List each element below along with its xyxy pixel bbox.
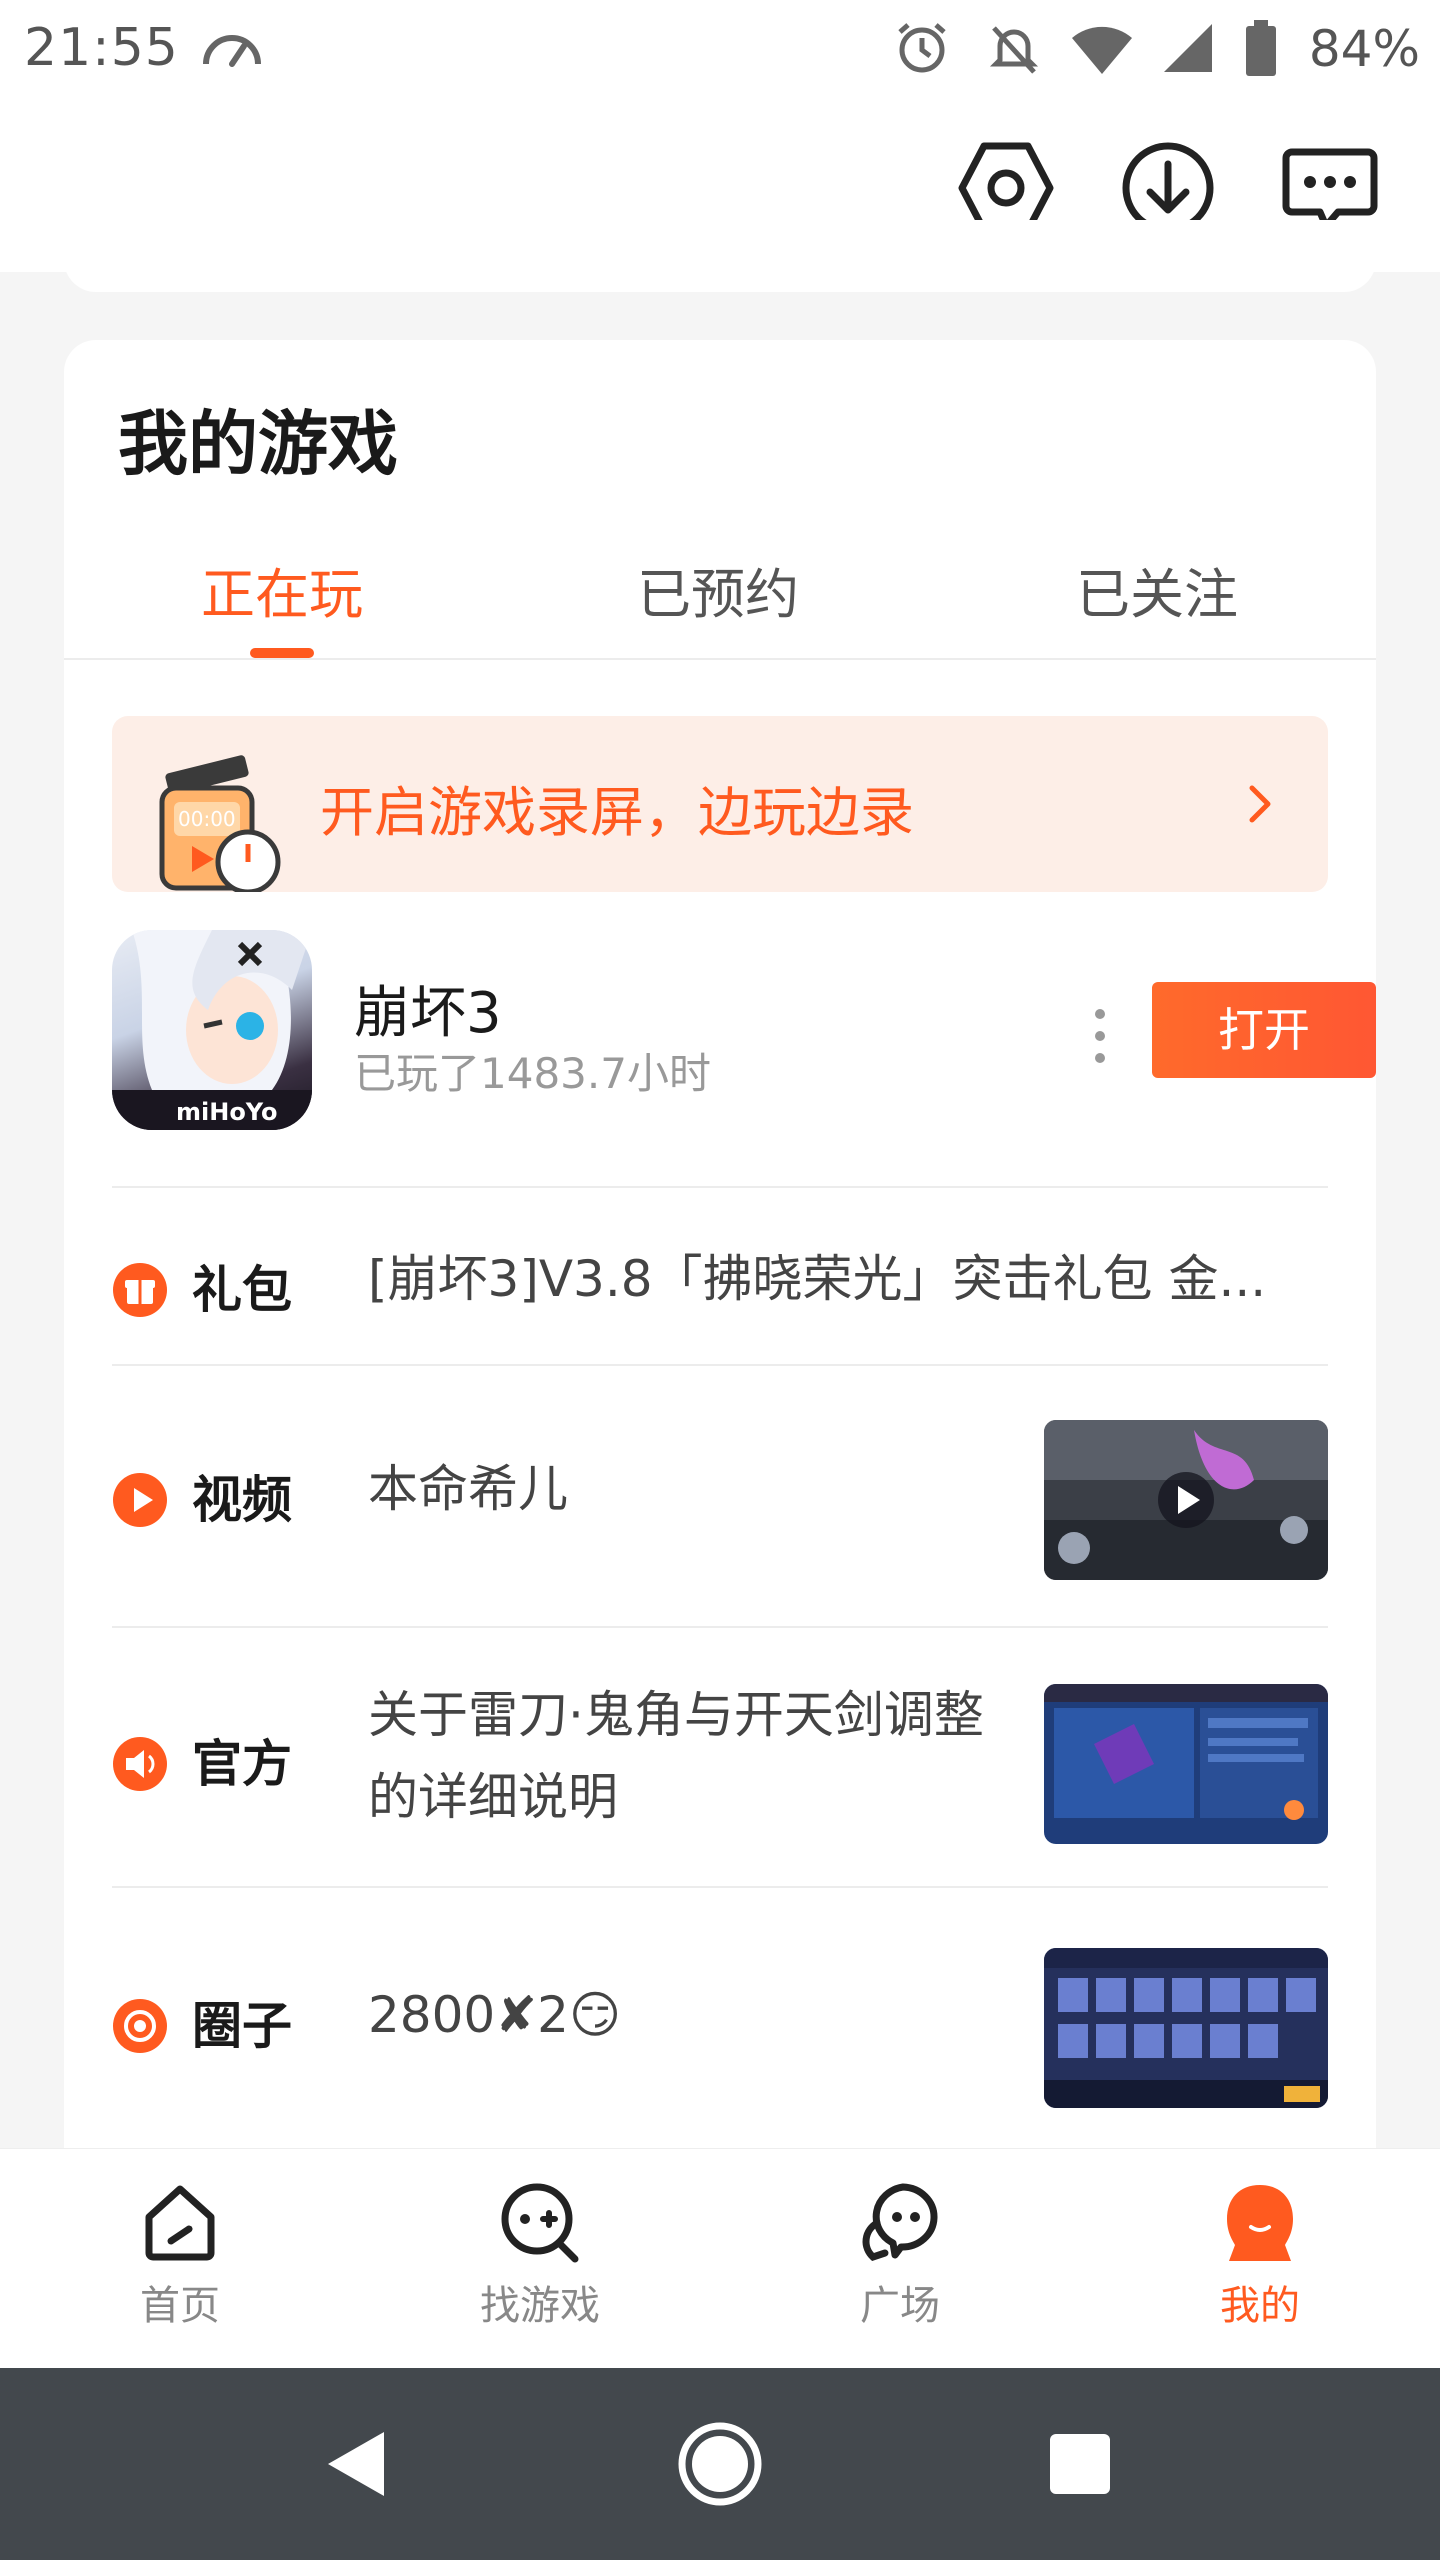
signal-icon (1164, 24, 1212, 72)
bottom-navigation: 首页 找游戏 广场 我的 (0, 2148, 1440, 2368)
alarm-icon (898, 23, 946, 73)
chevron-right-icon (1249, 785, 1271, 823)
banner-text: 开启游戏录屏，边玩边录 (320, 781, 914, 844)
nav-mine-label: 我的 (1220, 2283, 1300, 2329)
video-thumbnail[interactable] (1044, 1420, 1328, 1580)
tab-reserved[interactable]: 已预约 (637, 550, 799, 629)
video-text: 本命希儿 (368, 1460, 568, 1518)
back-icon[interactable] (306, 2414, 406, 2514)
circle-icon (113, 1999, 167, 2053)
circle-thumbnail-image (1044, 1948, 1328, 2108)
nav-find-games[interactable]: 找游戏 (430, 2177, 650, 2357)
tab-playing[interactable]: 正在玩 (201, 550, 363, 629)
svg-text:00:00: 00:00 (178, 807, 236, 831)
card-title: 我的游戏 (118, 403, 398, 485)
square-chat-icon (862, 2183, 938, 2261)
tab-bar: 正在玩 已预约 已关注 (64, 530, 1376, 660)
more-options-icon[interactable] (1090, 1006, 1110, 1066)
official-text: 关于雷刀·鬼角与开天剑调整的详细说明 (368, 1686, 984, 1826)
home-icon (145, 2185, 215, 2261)
video-row[interactable]: 视频 本命希儿 (112, 1410, 1328, 1590)
game-character-art: miHoYo (112, 930, 312, 1130)
battery-percent: 84% (1308, 20, 1420, 78)
wifi-icon (1072, 26, 1132, 74)
gift-icon (113, 1263, 167, 1317)
svg-text:miHoYo: miHoYo (176, 1098, 277, 1126)
nav-find-games-label: 找游戏 (480, 2283, 600, 2329)
profile-icon (1227, 2185, 1293, 2261)
official-thumbnail-image (1044, 1684, 1328, 1844)
nav-mine[interactable]: 我的 (1150, 2177, 1370, 2357)
clapperboard-stopwatch-icon: 00:00 (159, 755, 281, 892)
gift-text: [崩坏3]V3.8「拂晓荣光」突击礼包 金... (368, 1250, 1267, 1308)
status-time: 21:55 (24, 18, 179, 78)
circle-label: 圈子 (192, 1997, 292, 2055)
official-row[interactable]: 官方 关于雷刀·鬼角与开天剑调整的详细说明 (112, 1674, 1328, 1854)
notifications-off-icon (989, 26, 1039, 74)
circle-thumbnail[interactable] (1044, 1948, 1328, 2108)
divider (112, 1626, 1328, 1628)
divider (112, 1886, 1328, 1888)
system-navigation-bar (0, 2368, 1440, 2560)
nav-home-label: 首页 (140, 2283, 220, 2329)
nav-plaza-label: 广场 (860, 2283, 940, 2329)
home-button-icon[interactable] (670, 2414, 770, 2514)
open-game-button[interactable]: 打开 (1152, 982, 1376, 1078)
game-row[interactable]: miHoYo 崩坏3 已玩了1483.7小时 打开 (112, 930, 1376, 1150)
find-game-icon (501, 2183, 579, 2263)
nav-plaza[interactable]: 广场 (790, 2177, 1010, 2357)
divider (112, 1364, 1328, 1366)
play-icon (113, 1473, 167, 1527)
divider (112, 1186, 1328, 1188)
previous-card-edge (64, 220, 1376, 292)
official-thumbnail[interactable] (1044, 1684, 1328, 1844)
screen-record-banner[interactable]: 00:00 开启游戏录屏，边玩边录 (112, 716, 1328, 892)
speaker-icon (113, 1737, 167, 1791)
game-playtime: 已玩了1483.7小时 (354, 1049, 711, 1098)
game-icon[interactable]: miHoYo (112, 930, 312, 1130)
gift-label: 礼包 (192, 1261, 292, 1319)
circle-row[interactable]: 圈子 2800✘2😏 (112, 1936, 1328, 2116)
tab-active-indicator (250, 648, 314, 658)
game-name: 崩坏3 (354, 981, 502, 1046)
video-thumbnail-image (1044, 1420, 1328, 1580)
video-label: 视频 (192, 1471, 292, 1529)
circle-text: 2800✘2😏 (368, 1986, 622, 2044)
official-label: 官方 (192, 1735, 292, 1793)
speed-gauge-icon (203, 35, 261, 67)
my-games-card: 我的游戏 正在玩 已预约 已关注 00:00 开启游戏录屏，边玩边录 miHoY… (64, 340, 1376, 2160)
status-bar: 21:55 84% (0, 0, 1440, 100)
nav-home[interactable]: 首页 (70, 2177, 290, 2357)
battery-icon (1246, 20, 1276, 76)
tab-followed[interactable]: 已关注 (1076, 550, 1238, 629)
recents-icon[interactable] (1030, 2414, 1130, 2514)
gift-row[interactable]: 礼包 [崩坏3]V3.8「拂晓荣光」突击礼包 金... (112, 1220, 1328, 1360)
